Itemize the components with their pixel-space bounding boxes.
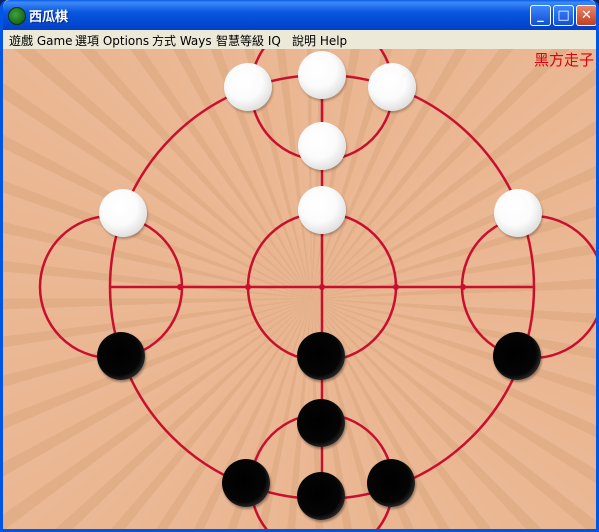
app-window: 西瓜棋 _ □ ✕ 遊戲 Game 選項 Options 方式 Ways 智慧等…	[0, 0, 599, 532]
white-piece-top-left[interactable]	[224, 63, 272, 111]
watermelon-icon	[8, 7, 26, 25]
junction-dot	[393, 284, 399, 290]
menu-options[interactable]: 選項 Options	[75, 32, 149, 49]
white-piece-inner-top[interactable]	[298, 186, 346, 234]
window-title: 西瓜棋	[29, 10, 69, 25]
black-piece-bottom-left[interactable]	[222, 459, 270, 507]
junction-dot	[177, 284, 183, 290]
black-piece-bottom[interactable]	[297, 472, 345, 520]
menu-ways[interactable]: 方式 Ways	[152, 32, 212, 49]
white-piece-top-right[interactable]	[368, 63, 416, 111]
menu-bar: 遊戲 Game 選項 Options 方式 Ways 智慧等級 IQ 說明 He…	[3, 30, 596, 49]
junction-dot	[460, 284, 466, 290]
black-piece-lower-center[interactable]	[297, 399, 345, 447]
white-piece-right[interactable]	[494, 189, 542, 237]
minimize-button[interactable]: _	[530, 5, 551, 26]
white-piece-top[interactable]	[298, 51, 346, 99]
black-piece-right[interactable]	[493, 332, 541, 380]
white-piece-upper-center[interactable]	[298, 122, 346, 170]
black-piece-bottom-right[interactable]	[367, 459, 415, 507]
menu-help[interactable]: 說明 Help	[292, 32, 347, 49]
title-bar[interactable]: 西瓜棋 _ □ ✕	[3, 0, 596, 30]
maximize-button[interactable]: □	[553, 5, 574, 26]
game-board[interactable]: 黑方走子	[3, 49, 596, 529]
menu-game[interactable]: 遊戲 Game	[9, 32, 73, 49]
junction-dot	[319, 284, 325, 290]
black-piece-left[interactable]	[97, 332, 145, 380]
junction-dot	[245, 284, 251, 290]
board-lines	[38, 49, 596, 529]
menu-iq[interactable]: 智慧等級 IQ	[216, 32, 281, 49]
black-piece-inner-bottom[interactable]	[297, 332, 345, 380]
close-button[interactable]: ✕	[576, 5, 596, 26]
white-piece-left[interactable]	[99, 189, 147, 237]
turn-status: 黑方走子	[533, 51, 594, 69]
